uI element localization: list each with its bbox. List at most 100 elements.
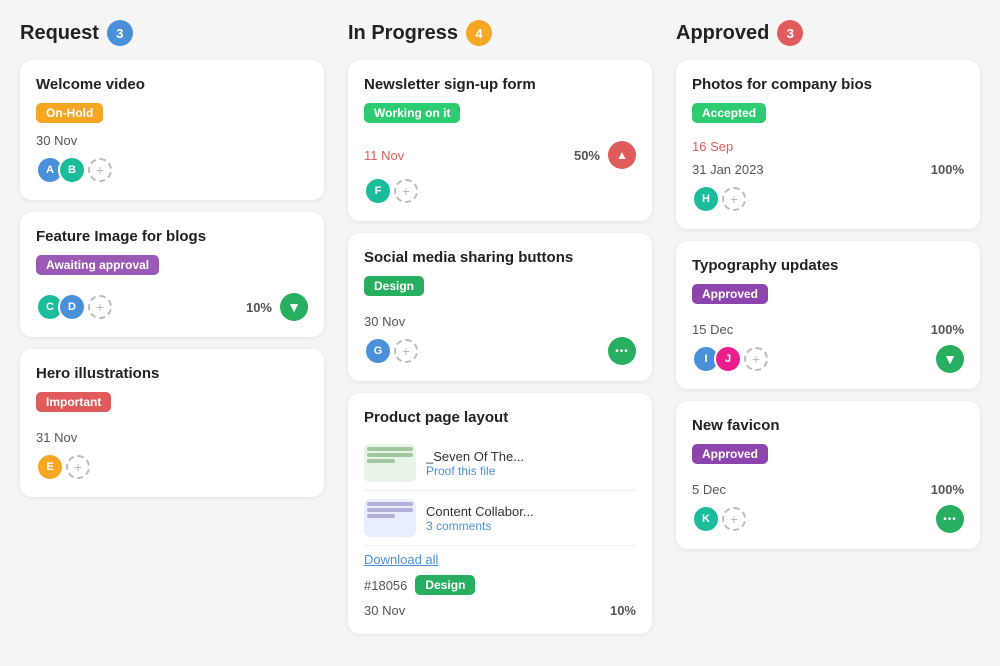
tag-important: Important — [36, 392, 111, 412]
dots-icon-social: ••• — [608, 337, 636, 365]
right-section-feature: 10% ▼ — [246, 293, 308, 321]
card-welcome-video: Welcome video On-Hold 30 Nov A B + — [20, 60, 324, 200]
attachment-name-1: _Seven Of The... — [426, 449, 636, 464]
comments-link[interactable]: 3 comments — [426, 519, 636, 533]
avatar-2: B — [58, 156, 86, 184]
date-photos-red: 16 Sep — [692, 139, 964, 154]
card-new-favicon: New favicon Approved 5 Dec 100% K + ••• — [676, 401, 980, 549]
avatar-10: J — [714, 345, 742, 373]
date2-photos: 31 Jan 2023 — [692, 162, 764, 177]
thumb-mockup-1 — [364, 444, 416, 482]
avatar-5: E — [36, 453, 64, 481]
add-avatar-button[interactable]: + — [88, 158, 112, 182]
bottom-social: G + ••• — [364, 337, 636, 365]
card-footer-social: 30 Nov — [364, 314, 636, 329]
down-icon: ▼ — [280, 293, 308, 321]
thumb-bar2-1 — [367, 502, 413, 506]
column-header-request: Request 3 — [20, 20, 324, 46]
card-title-hero: Hero illustrations — [36, 365, 308, 382]
card-footer-welcome-video: A B + — [36, 156, 308, 184]
badge-in-progress: 4 — [466, 20, 492, 46]
card-footer-hero: 31 Nov — [36, 430, 308, 445]
avatars-social: G — [364, 337, 386, 365]
card-title-newsletter: Newsletter sign-up form — [364, 76, 636, 93]
attachment-name-2: Content Collabor... — [426, 504, 636, 519]
tag-design-product: Design — [415, 575, 475, 595]
column-title-in-progress: In Progress — [348, 22, 458, 45]
avatars-newsletter: F — [364, 177, 386, 205]
card-typography: Typography updates Approved 15 Dec 100% … — [676, 241, 980, 389]
attachment-thumb-2 — [364, 499, 416, 537]
tag-accepted: Accepted — [692, 103, 766, 123]
right-newsletter: 50% ▲ — [574, 141, 636, 169]
thumb-mockup-2 — [364, 499, 416, 537]
column-approved: Approved 3 Photos for company bios Accep… — [676, 20, 980, 646]
ticket-id: #18056 — [364, 578, 407, 593]
card-title-photos: Photos for company bios — [692, 76, 964, 93]
attachment-1: _Seven Of The... Proof this file — [364, 436, 636, 491]
card-hero-illustrations: Hero illustrations Important 31 Nov E + — [20, 349, 324, 497]
card-footer-photos: 31 Jan 2023 100% — [692, 162, 964, 177]
date-favicon: 5 Dec — [692, 482, 726, 497]
tag-approved-favicon: Approved — [692, 444, 768, 464]
percent-feature: 10% — [246, 300, 272, 315]
footer-left-newsletter: 11 Nov — [364, 148, 404, 163]
footer-left-feature: C D + — [36, 293, 112, 321]
avatar-4: D — [58, 293, 86, 321]
card-title-favicon: New favicon — [692, 417, 964, 434]
card-newsletter: Newsletter sign-up form Working on it 11… — [348, 60, 652, 221]
avatars-row-newsletter: F + — [364, 177, 636, 205]
avatars-feature: C D — [36, 293, 80, 321]
add-avatar-button-social[interactable]: + — [394, 339, 418, 363]
download-all-link[interactable]: Download all — [364, 552, 636, 567]
thumb-bar2-2 — [367, 508, 413, 512]
footer-left: A B + — [36, 156, 112, 184]
add-avatar-button-hero[interactable]: + — [66, 455, 90, 479]
avatars-hero: E + — [36, 453, 308, 481]
date-sep: 16 Sep — [692, 139, 964, 154]
avatars-photos: H — [692, 185, 714, 213]
percent-photos: 100% — [931, 162, 964, 177]
card-footer-typography: 15 Dec 100% — [692, 322, 964, 337]
avatars-row-social: G + — [364, 337, 418, 365]
down-icon-typography: ▼ — [936, 345, 964, 373]
avatar-8: H — [692, 185, 720, 213]
percent-typography: 100% — [931, 322, 964, 337]
avatars-typography: I J — [692, 345, 736, 373]
column-request: Request 3 Welcome video On-Hold 30 Nov A… — [20, 20, 324, 646]
up-icon: ▲ — [608, 141, 636, 169]
avatars-row-photos: H + — [692, 185, 964, 213]
card-title-feature-image: Feature Image for blogs — [36, 228, 308, 245]
attachment-thumb-1 — [364, 444, 416, 482]
proof-this-link[interactable]: Proof this file — [426, 464, 636, 478]
add-avatar-button-favicon[interactable]: + — [722, 507, 746, 531]
hero-bottom: E + — [36, 453, 308, 481]
date-welcome-video: 30 Nov — [36, 133, 308, 148]
avatars-row-typography: I J + — [692, 345, 768, 373]
add-avatar-button-newsletter[interactable]: + — [394, 179, 418, 203]
avatars-welcome-video: A B — [36, 156, 80, 184]
badge-approved: 3 — [777, 20, 803, 46]
dots-icon-favicon: ••• — [936, 505, 964, 533]
bottom-favicon: K + ••• — [692, 505, 964, 533]
add-avatar-button-typography[interactable]: + — [744, 347, 768, 371]
card-title-typography: Typography updates — [692, 257, 964, 274]
card-title-product: Product page layout — [364, 409, 636, 426]
tag-approved-typography: Approved — [692, 284, 768, 304]
card-title-welcome-video: Welcome video — [36, 76, 308, 93]
add-avatar-button-feature[interactable]: + — [88, 295, 112, 319]
attachment-info-1: _Seven Of The... Proof this file — [426, 449, 636, 478]
footer-left-hero: 31 Nov — [36, 430, 77, 445]
thumb-bar-3 — [367, 459, 395, 463]
percent-product: 10% — [610, 603, 636, 618]
badge-request: 3 — [107, 20, 133, 46]
avatar-6: F — [364, 177, 392, 205]
percent-newsletter: 50% — [574, 148, 600, 163]
add-avatar-button-photos[interactable]: + — [722, 187, 746, 211]
tag-design-social: Design — [364, 276, 424, 296]
date-typography: 15 Dec — [692, 322, 733, 337]
card-social-media: Social media sharing buttons Design 30 N… — [348, 233, 652, 381]
column-header-in-progress: In Progress 4 — [348, 20, 652, 46]
avatar-11: K — [692, 505, 720, 533]
attachment-info-2: Content Collabor... 3 comments — [426, 504, 636, 533]
